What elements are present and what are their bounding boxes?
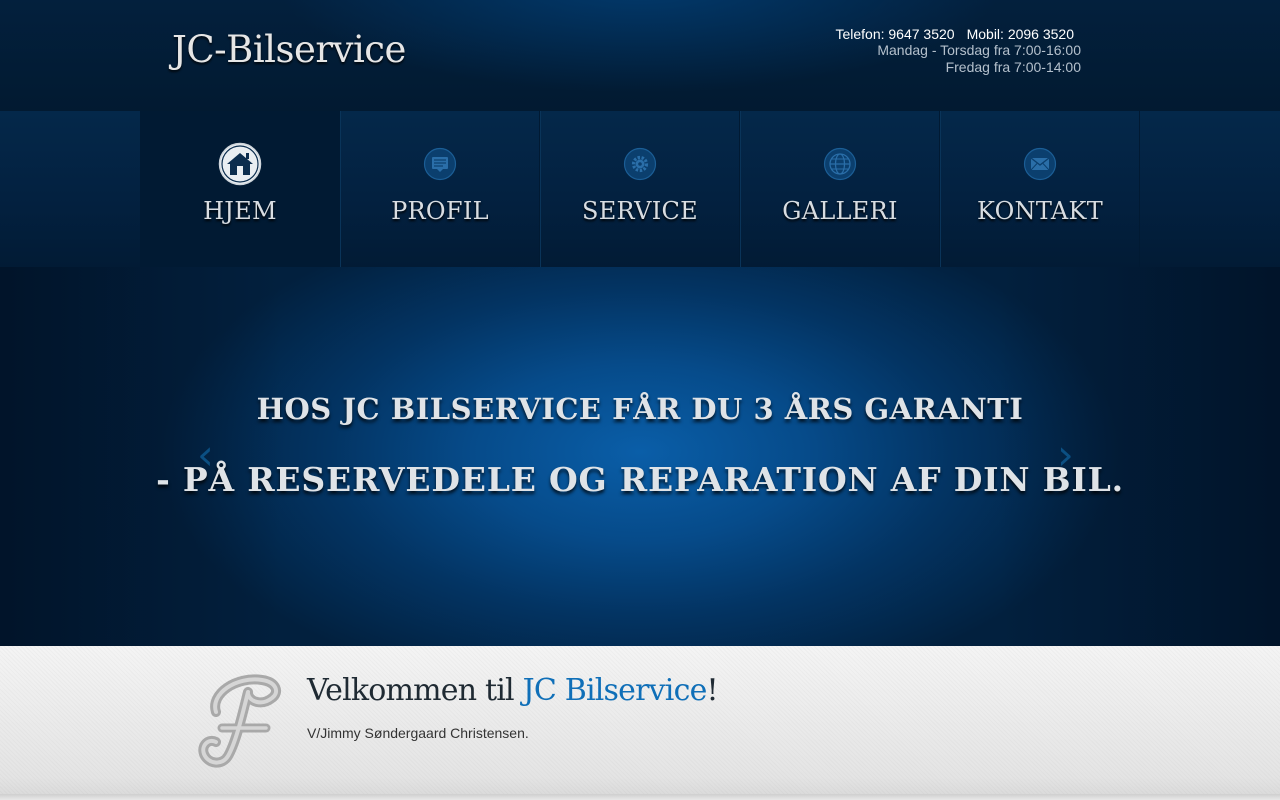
slide-headline: HOS JC BILSERVICE FÅR DU 3 ÅRS GARANTI bbox=[256, 392, 1024, 426]
hero-slider: ‹ › HOS JC BILSERVICE FÅR DU 3 ÅRS GARAN… bbox=[0, 267, 1280, 646]
site-header: JC-Bilservice Telefon: 9647 3520 Mobil: 2… bbox=[0, 0, 1280, 111]
welcome-section: Velkommen til JC Bilservice! V/Jimmy Søn… bbox=[0, 646, 1280, 800]
opening-hours-weekdays: Mandag - Torsdag fra 7:00-16:00 bbox=[877, 42, 1081, 58]
phone-numbers: Telefon: 9647 3520 Mobil: 2096 3520 bbox=[835, 26, 1074, 42]
jc-monogram-icon bbox=[198, 674, 282, 768]
mail-icon bbox=[1023, 147, 1057, 181]
phone-number: Telefon: 9647 3520 bbox=[835, 26, 955, 42]
nav-item-kontakt[interactable]: KONTAKT bbox=[940, 111, 1140, 267]
gear-icon bbox=[623, 147, 657, 181]
nav-item-galleri[interactable]: GALLERI bbox=[740, 111, 940, 267]
opening-hours-friday: Fredag fra 7:00-14:00 bbox=[945, 59, 1081, 75]
welcome-heading: Velkommen til JC Bilservice! bbox=[307, 673, 719, 708]
nav-label: PROFIL bbox=[391, 197, 489, 225]
welcome-heading-prefix: Velkommen til bbox=[307, 673, 523, 708]
home-icon bbox=[218, 142, 262, 186]
welcome-subtitle: V/Jimmy Søndergaard Christensen. bbox=[307, 725, 529, 741]
nav-label: HJEM bbox=[203, 197, 277, 225]
nav-label: GALLERI bbox=[782, 197, 898, 225]
nav-label: SERVICE bbox=[582, 197, 698, 225]
welcome-heading-suffix: ! bbox=[706, 673, 719, 708]
contact-info: Telefon: 9647 3520 Mobil: 2096 3520 Manda… bbox=[835, 26, 1081, 76]
nav-label: KONTAKT bbox=[976, 197, 1104, 225]
globe-icon bbox=[823, 147, 857, 181]
nav-item-profil[interactable]: PROFIL bbox=[340, 111, 540, 267]
slide-subheadline: - PÅ RESERVEDELE OG REPARATION AF DIN BI… bbox=[156, 460, 1124, 499]
main-navigation: HJEM PROFIL SERVICE GALLERI KONTAKT bbox=[0, 111, 1280, 267]
site-logo[interactable]: JC-Bilservice bbox=[172, 28, 406, 71]
mobile-number: Mobil: 2096 3520 bbox=[966, 26, 1074, 42]
nav-item-service[interactable]: SERVICE bbox=[540, 111, 740, 267]
profile-icon bbox=[423, 147, 457, 181]
welcome-heading-brand: JC Bilservice bbox=[522, 673, 708, 708]
nav-item-hjem[interactable]: HJEM bbox=[140, 111, 340, 267]
